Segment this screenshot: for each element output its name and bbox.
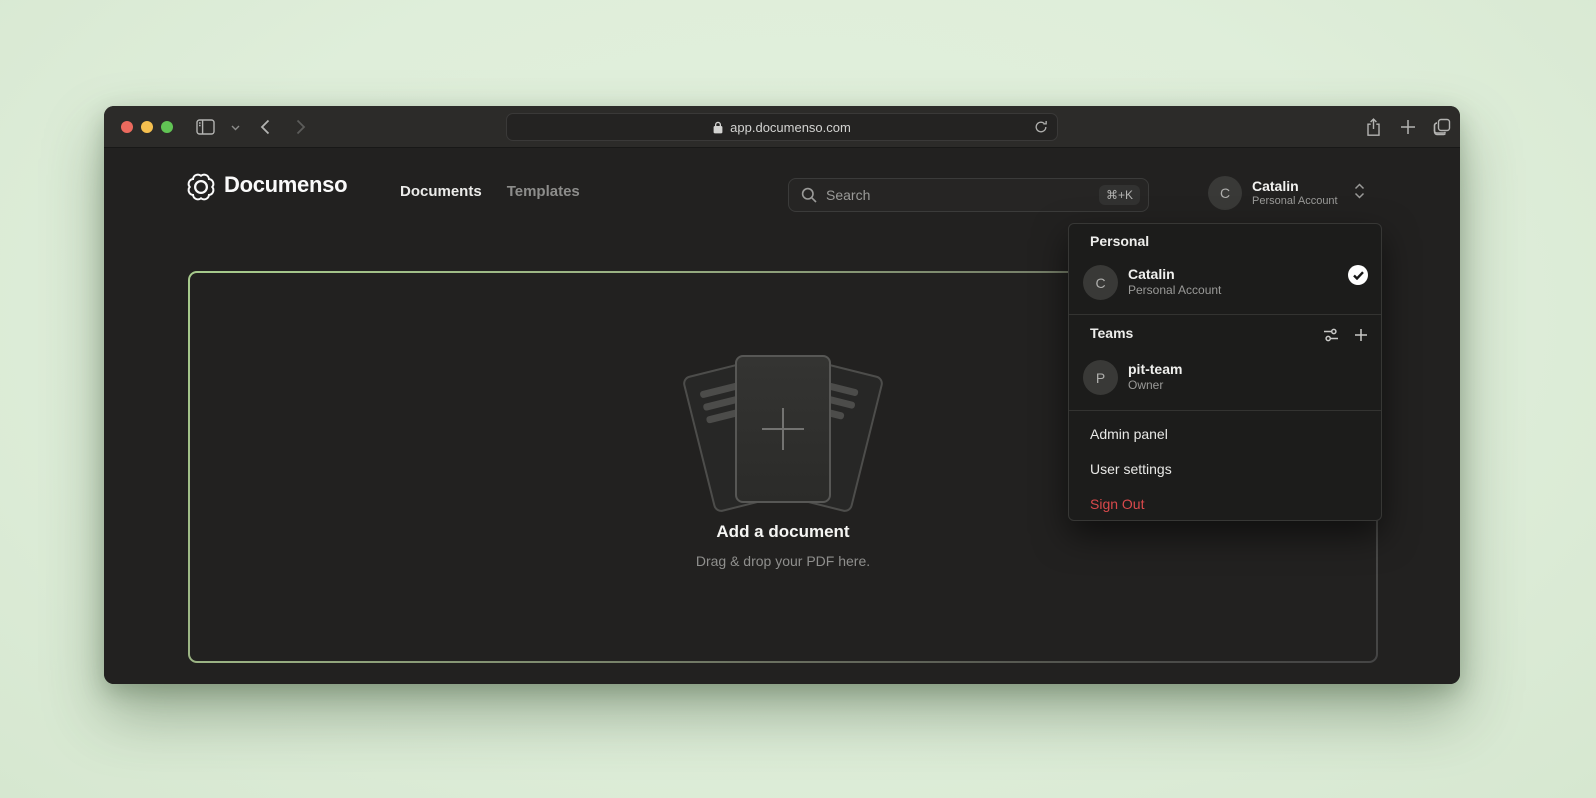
- chevrons-up-down-icon: [1354, 183, 1365, 204]
- account-dropdown-menu: Personal C Catalin Personal Account Team…: [1068, 223, 1382, 521]
- plus-icon: [1354, 328, 1368, 342]
- team-name: pit-team: [1128, 361, 1182, 378]
- personal-account-name: Catalin: [1128, 266, 1221, 283]
- nav-item-documents[interactable]: Documents: [400, 183, 482, 200]
- search-shortcut-badge: ⌘+K: [1099, 185, 1140, 205]
- new-tab-button[interactable]: [1400, 119, 1416, 135]
- tabs-icon: [1433, 118, 1451, 136]
- chevron-down-icon: [231, 125, 240, 131]
- menu-item-sign-out[interactable]: Sign Out: [1069, 486, 1381, 521]
- personal-account-item[interactable]: C Catalin Personal Account: [1069, 257, 1381, 307]
- search-input[interactable]: [826, 187, 1090, 203]
- chevron-right-icon: [296, 119, 306, 135]
- forward-button[interactable]: [296, 119, 306, 135]
- dropzone-title: Add a document: [190, 522, 1376, 542]
- search-icon: [801, 187, 817, 203]
- plus-icon: [760, 406, 806, 452]
- nav-item-templates[interactable]: Templates: [507, 183, 580, 200]
- menu-item-user-settings[interactable]: User settings: [1069, 451, 1381, 486]
- document-stack-graphic: [683, 355, 883, 510]
- dropzone-subtitle: Drag & drop your PDF here.: [190, 553, 1376, 569]
- reload-icon: [1034, 119, 1048, 135]
- personal-account-avatar: C: [1083, 265, 1118, 300]
- menu-item-admin-panel[interactable]: Admin panel: [1069, 416, 1381, 451]
- page-content: Documenso Documents Templates ⌘+K C Cata…: [104, 149, 1460, 684]
- team-role: Owner: [1128, 378, 1182, 393]
- zoom-button[interactable]: [161, 121, 173, 133]
- sidebar-icon: [196, 119, 215, 135]
- browser-window: app.documenso.com: [104, 106, 1460, 684]
- address-bar[interactable]: app.documenso.com: [506, 113, 1058, 141]
- share-icon: [1366, 118, 1381, 137]
- menu-divider: [1069, 314, 1381, 315]
- create-team-button[interactable]: [1351, 325, 1371, 345]
- manage-teams-button[interactable]: [1321, 325, 1341, 345]
- account-type: Personal Account: [1252, 195, 1338, 208]
- back-button[interactable]: [260, 119, 270, 135]
- team-avatar: P: [1083, 360, 1118, 395]
- search-bar[interactable]: ⌘+K: [788, 178, 1149, 212]
- browser-titlebar: app.documenso.com: [104, 106, 1460, 148]
- tab-overview-button[interactable]: [1433, 118, 1451, 136]
- sidebar-toggle-button[interactable]: [196, 119, 215, 135]
- personal-section-label: Personal: [1090, 233, 1149, 249]
- minimize-button[interactable]: [141, 121, 153, 133]
- share-button[interactable]: [1366, 118, 1381, 137]
- teams-section-label: Teams: [1090, 325, 1133, 341]
- url-text: app.documenso.com: [730, 120, 851, 135]
- document-card-add: [735, 355, 831, 503]
- account-menu-button[interactable]: C Catalin Personal Account: [1208, 175, 1386, 211]
- team-item[interactable]: P pit-team Owner: [1069, 352, 1381, 402]
- close-button[interactable]: [121, 121, 133, 133]
- documenso-logo-icon: [186, 172, 216, 202]
- traffic-lights: [121, 121, 173, 133]
- reload-button[interactable]: [1034, 119, 1048, 138]
- brand-wordmark[interactable]: Documenso: [224, 172, 347, 198]
- sliders-icon: [1323, 327, 1339, 343]
- lock-icon: [713, 121, 723, 134]
- sidebar-chevron-button[interactable]: [231, 125, 240, 131]
- menu-divider: [1069, 410, 1381, 411]
- primary-nav: Documents Templates: [400, 183, 580, 200]
- account-name: Catalin: [1252, 178, 1338, 195]
- documenso-logo[interactable]: [186, 172, 216, 202]
- account-avatar: C: [1208, 176, 1242, 210]
- selected-check-icon: [1348, 265, 1368, 285]
- personal-account-subtitle: Personal Account: [1128, 283, 1221, 298]
- plus-icon: [1400, 119, 1416, 135]
- chevron-left-icon: [260, 119, 270, 135]
